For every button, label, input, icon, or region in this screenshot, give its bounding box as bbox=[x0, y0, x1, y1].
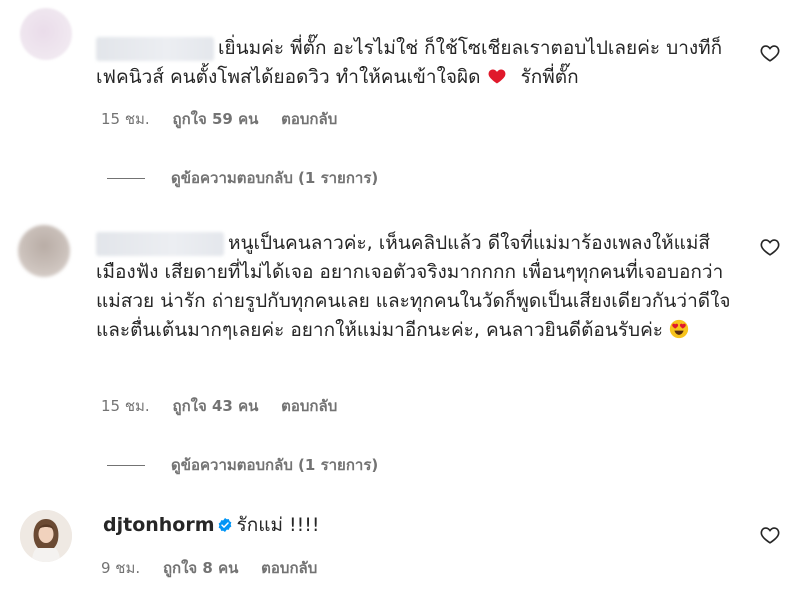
verified-badge-icon bbox=[218, 518, 231, 532]
view-replies-button[interactable]: ดูข้อความตอบกลับ (1 รายการ) bbox=[107, 453, 378, 477]
comment-meta: 15 ชม. ถูกใจ 43 คน ตอบกลับ bbox=[101, 394, 355, 418]
profile-photo bbox=[20, 510, 72, 562]
avatar[interactable] bbox=[18, 225, 70, 277]
username-blurred[interactable] bbox=[96, 231, 224, 256]
comment-text: หนูเป็นคนลาวค่ะ, เห็นคลิปแล้ว ดีใจที่แม่… bbox=[96, 231, 731, 341]
timestamp: 15 ชม. bbox=[101, 110, 150, 128]
comment-meta: 9 ชม. ถูกใจ 8 คน ตอบกลับ bbox=[101, 556, 335, 580]
timestamp: 15 ชม. bbox=[101, 397, 150, 415]
comment-text: djtonhorm รักแม่ !!!! bbox=[103, 514, 320, 536]
comment-meta: 15 ชม. ถูกใจ 59 คน ตอบกลับ bbox=[101, 107, 355, 131]
reply-button[interactable]: ตอบกลับ bbox=[261, 559, 317, 577]
divider-line bbox=[107, 178, 145, 179]
comment-text: เยิ่นมค่ะ พี่ตั๊ก อะไรไม่ใช่ ก็ใช้โซเชีย… bbox=[96, 36, 723, 88]
username[interactable]: djtonhorm bbox=[103, 514, 215, 536]
like-heart-icon[interactable] bbox=[760, 44, 780, 62]
like-count[interactable]: ถูกใจ 8 คน bbox=[163, 559, 238, 577]
avatar[interactable] bbox=[20, 8, 72, 60]
username-blurred[interactable] bbox=[96, 36, 214, 61]
reply-button[interactable]: ตอบกลับ bbox=[281, 110, 337, 128]
like-count[interactable]: ถูกใจ 59 คน bbox=[172, 110, 258, 128]
avatar[interactable] bbox=[20, 510, 72, 562]
heart-eyes-emoji-icon bbox=[669, 319, 689, 339]
timestamp: 9 ชม. bbox=[101, 559, 141, 577]
divider-line bbox=[107, 465, 145, 466]
like-count[interactable]: ถูกใจ 43 คน bbox=[172, 397, 258, 415]
like-heart-icon[interactable] bbox=[760, 526, 780, 544]
red-heart-icon bbox=[488, 69, 505, 84]
like-heart-icon[interactable] bbox=[760, 238, 780, 256]
view-replies-button[interactable]: ดูข้อความตอบกลับ (1 รายการ) bbox=[107, 166, 378, 190]
reply-button[interactable]: ตอบกลับ bbox=[281, 397, 337, 415]
